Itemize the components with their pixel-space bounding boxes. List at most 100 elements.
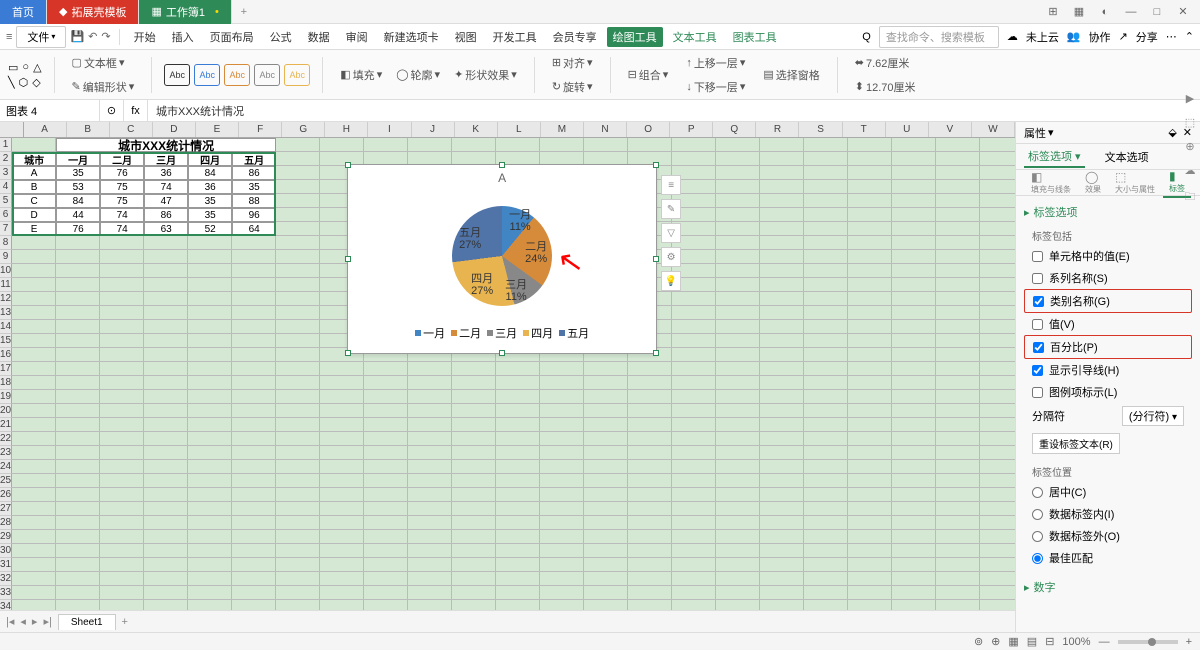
outline-btn[interactable]: ◯轮廓▾ [391, 64, 445, 86]
share-icon[interactable]: ↗ [1119, 30, 1128, 43]
radio-最佳匹配[interactable]: 最佳匹配 [1024, 547, 1192, 569]
col-header[interactable]: C [110, 122, 153, 137]
row-header[interactable]: 2 [0, 152, 12, 166]
row-header[interactable]: 4 [0, 180, 12, 194]
view-normal-icon[interactable]: ▦ [1008, 635, 1018, 648]
menu-insert[interactable]: 插入 [166, 27, 200, 47]
col-header[interactable]: F [239, 122, 282, 137]
chart-title[interactable]: A [348, 165, 656, 191]
rt-link-icon[interactable]: ⊕ [1182, 140, 1198, 156]
effect-btn[interactable]: ✦形状效果▾ [449, 64, 522, 86]
chart-settings-btn[interactable]: ⚙ [661, 247, 681, 267]
zoom-slider[interactable] [1118, 640, 1178, 644]
file-menu[interactable]: 文件▾ [16, 26, 66, 48]
menu-review[interactable]: 审阅 [340, 27, 374, 47]
row-header[interactable]: 25 [0, 474, 12, 488]
check-系列名称(S)[interactable]: 系列名称(S) [1024, 267, 1192, 289]
row-header[interactable]: 5 [0, 194, 12, 208]
up-btn[interactable]: ↑上移一层▾ [681, 52, 750, 74]
col-header[interactable]: N [584, 122, 627, 137]
sheet-last-icon[interactable]: ▸| [41, 613, 53, 630]
shapes-icon[interactable]: ⬡ [19, 76, 29, 89]
row-header[interactable]: 1 [0, 138, 12, 152]
row-header[interactable]: 14 [0, 320, 12, 334]
zoom-in-icon[interactable]: + [1186, 636, 1192, 648]
sheet-prev-icon[interactable]: ◂ [18, 613, 28, 630]
view-icon[interactable]: ⊚ [974, 635, 983, 648]
chart-style-btn[interactable]: ✎ [661, 199, 681, 219]
col-header[interactable]: J [412, 122, 455, 137]
width-input[interactable]: ⬌ 7.62厘米 [850, 52, 921, 74]
align-btn[interactable]: ⊞对齐▾ [547, 52, 598, 74]
col-header[interactable]: V [929, 122, 972, 137]
undo-icon[interactable]: ↶ [88, 30, 97, 43]
fx-icon[interactable]: ⊙ [100, 100, 124, 121]
collapse-icon[interactable]: ⌃ [1185, 30, 1194, 43]
style-preset[interactable]: Abc [224, 64, 250, 86]
select-all-corner[interactable] [0, 122, 24, 137]
save-icon[interactable]: 💾 [70, 30, 84, 43]
menu-dev[interactable]: 开发工具 [487, 27, 543, 47]
row-header[interactable]: 30 [0, 544, 12, 558]
reset-label-btn[interactable]: 重设标签文本(R) [1032, 433, 1120, 454]
menu-newtab[interactable]: 新建选项卡 [378, 27, 445, 47]
col-header[interactable]: M [541, 122, 584, 137]
menu-view[interactable]: 视图 [449, 27, 483, 47]
tab-workbook[interactable]: ▦工作簿1• [139, 0, 231, 24]
col-header[interactable]: P [670, 122, 713, 137]
check-单元格中的值(E)[interactable]: 单元格中的值(E) [1024, 245, 1192, 267]
radio-居中(C)[interactable]: 居中(C) [1024, 481, 1192, 503]
view-page-icon[interactable]: ▤ [1027, 635, 1037, 648]
col-header[interactable]: I [368, 122, 411, 137]
search-input[interactable]: 查找命令、搜索模板 [879, 26, 999, 48]
tab-text-options[interactable]: 文本选项 [1101, 147, 1153, 167]
col-header[interactable]: S [799, 122, 842, 137]
menu-charttools[interactable]: 图表工具 [727, 27, 783, 47]
shapes-icon[interactable]: ╲ [8, 76, 15, 89]
size-tab[interactable]: ⬚大小与属性 [1109, 168, 1161, 197]
menu-drawtools[interactable]: 绘图工具 [607, 27, 663, 47]
shapes-icon[interactable]: ○ [22, 61, 29, 73]
row-header[interactable]: 24 [0, 460, 12, 474]
chart-help-btn[interactable]: 💡 [661, 271, 681, 291]
row-header[interactable]: 7 [0, 222, 12, 236]
pin-icon[interactable]: ⬙ [1168, 126, 1176, 139]
section-number[interactable]: ▸ 数字 [1024, 579, 1192, 595]
rt-backup-icon[interactable]: 🗀 [1182, 188, 1198, 204]
col-header[interactable]: W [972, 122, 1015, 137]
row-header[interactable]: 29 [0, 530, 12, 544]
sheet-first-icon[interactable]: |◂ [4, 613, 16, 630]
row-header[interactable]: 17 [0, 362, 12, 376]
check-百分比(P)[interactable]: 百分比(P) [1024, 335, 1192, 359]
fx-button[interactable]: fx [124, 100, 148, 121]
row-header[interactable]: 8 [0, 236, 12, 250]
chart-object[interactable]: A 一月11% 二月24% 三月11% 四月27% 五月27% ↖ 一月二月三月… [347, 164, 657, 354]
style-preset[interactable]: Abc [194, 64, 220, 86]
menu-start[interactable]: 开始 [128, 27, 162, 47]
row-header[interactable]: 26 [0, 488, 12, 502]
fill-line-tab[interactable]: ◧填充与线条 [1025, 168, 1077, 197]
formula-input[interactable]: 城市XXX统计情况 [148, 103, 1200, 119]
col-header[interactable]: B [67, 122, 110, 137]
menu-formula[interactable]: 公式 [264, 27, 298, 47]
check-类别名称(G)[interactable]: 类别名称(G) [1024, 289, 1192, 313]
more-icon[interactable]: ⋯ [1166, 30, 1177, 43]
col-header[interactable]: Q [713, 122, 756, 137]
sel-pane-btn[interactable]: ▤选择窗格 [758, 64, 824, 86]
chart-elements-btn[interactable]: ≡ [661, 175, 681, 195]
row-header[interactable]: 16 [0, 348, 12, 362]
separator-select[interactable]: (分行符) ▾ [1122, 406, 1184, 426]
effects-tab[interactable]: ◯效果 [1079, 168, 1107, 197]
sheet-tab-1[interactable]: Sheet1 [58, 614, 116, 630]
tab-add[interactable]: + [232, 6, 256, 18]
menu-texttools[interactable]: 文本工具 [667, 27, 723, 47]
check-图例项标示(L)[interactable]: 图例项标示(L) [1024, 381, 1192, 403]
col-header[interactable]: E [196, 122, 239, 137]
menu-icon[interactable]: ≡ [6, 31, 12, 43]
row-header[interactable]: 13 [0, 306, 12, 320]
row-header[interactable]: 15 [0, 334, 12, 348]
fill-btn[interactable]: ◧填充▾ [335, 64, 387, 86]
shapes-icon[interactable]: ◇ [32, 76, 40, 89]
down-btn[interactable]: ↓下移一层▾ [681, 76, 750, 98]
sheet-next-icon[interactable]: ▸ [30, 613, 40, 630]
